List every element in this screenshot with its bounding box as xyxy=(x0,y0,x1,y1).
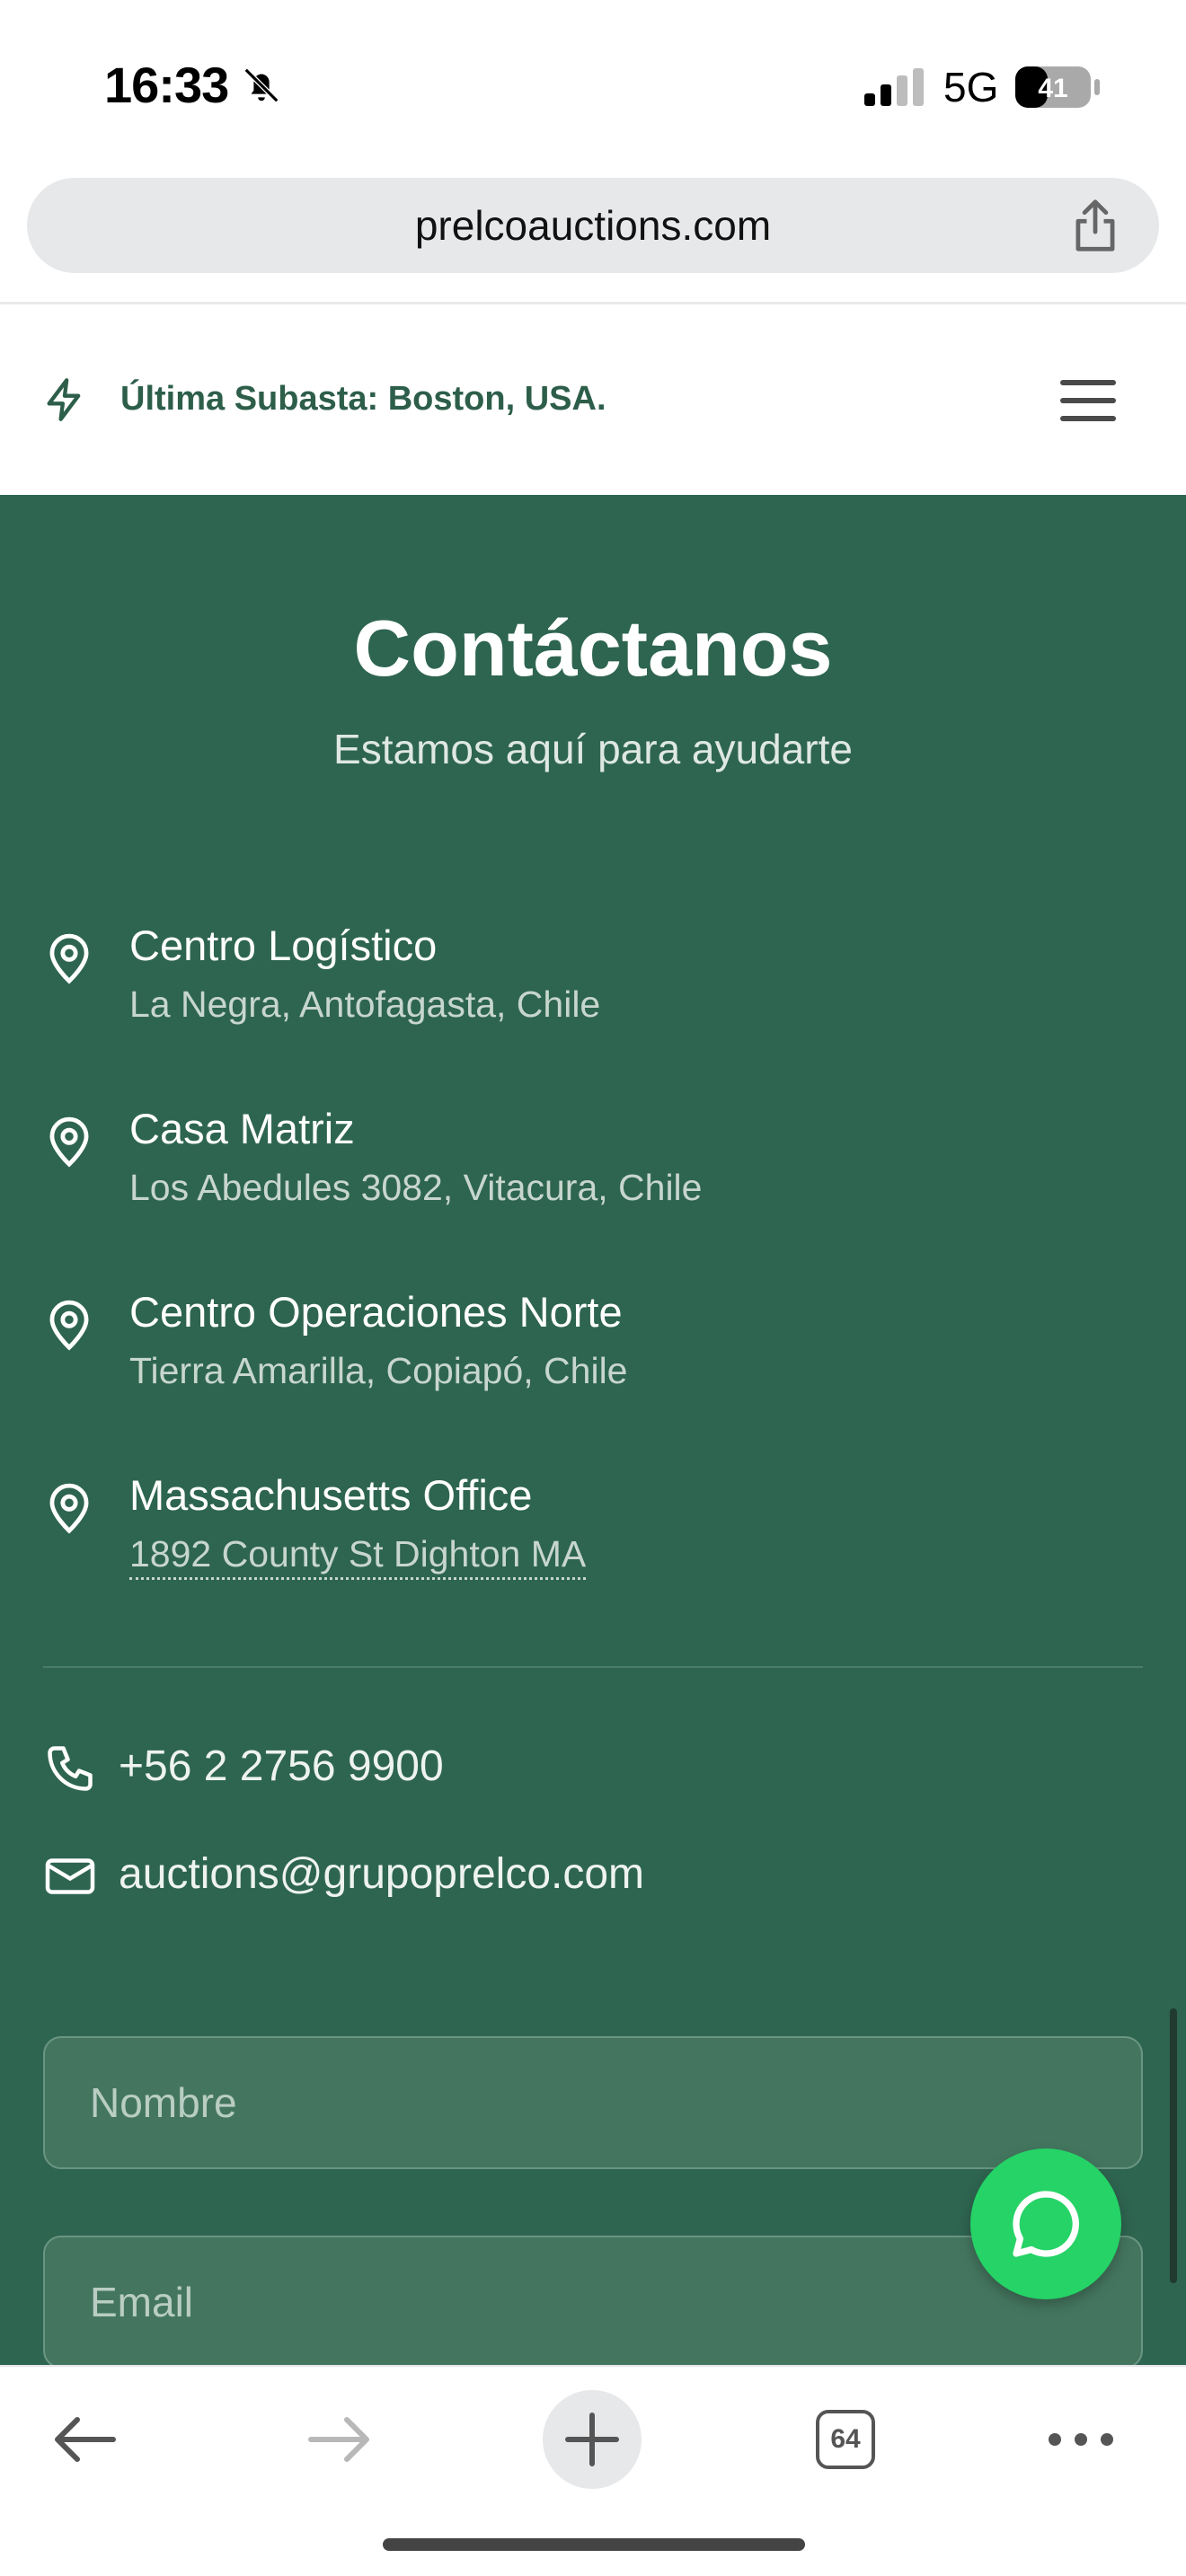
plus-icon xyxy=(565,2413,619,2466)
signal-icon xyxy=(864,68,924,106)
status-time: 16:33 xyxy=(104,57,229,113)
announcement-bar: Última Subasta: Boston, USA. xyxy=(0,304,1186,495)
map-pin-icon xyxy=(49,1300,89,1351)
phone-number[interactable]: +56 2 2756 9900 xyxy=(119,1742,444,1791)
location-item: Centro Logístico La Negra, Antofagasta, … xyxy=(43,921,1121,1028)
mail-icon xyxy=(45,1858,95,1894)
location-item: Centro Operaciones Norte Tierra Amarilla… xyxy=(43,1287,1121,1395)
new-tab-button[interactable] xyxy=(543,2390,642,2489)
section-title: Contáctanos xyxy=(353,604,833,693)
location-name: Casa Matriz xyxy=(129,1105,355,1152)
location-address-link[interactable]: 1892 County St Dighton MA xyxy=(129,1533,587,1580)
address-bar[interactable]: prelcoauctions.com xyxy=(27,178,1159,273)
url-text[interactable]: prelcoauctions.com xyxy=(27,201,1159,250)
whatsapp-chat-button[interactable] xyxy=(970,2148,1121,2299)
home-indicator xyxy=(383,2538,805,2551)
location-item: Casa Matriz Los Abedules 3082, Vitacura,… xyxy=(43,1104,1121,1212)
network-type: 5G xyxy=(943,64,999,110)
battery-level: 41 xyxy=(1038,74,1067,103)
map-pin-icon xyxy=(49,1116,89,1168)
section-subtitle: Estamos aquí para ayudarte xyxy=(333,726,853,772)
contact-divider xyxy=(43,1666,1143,1668)
location-item: Massachusetts Office 1892 County St Digh… xyxy=(43,1470,1121,1580)
name-input[interactable] xyxy=(45,2038,1141,2167)
contact-section: Contáctanos Estamos aquí para ayudarte C… xyxy=(0,495,1186,2369)
location-address: Tierra Amarilla, Copiapó, Chile xyxy=(129,1350,628,1391)
scrollbar-thumb[interactable] xyxy=(1170,2008,1177,2283)
forward-arrow-icon[interactable] xyxy=(289,2390,388,2489)
email-address[interactable]: auctions@grupoprelco.com xyxy=(119,1849,644,1899)
announcement-text[interactable]: Última Subasta: Boston, USA. xyxy=(120,380,606,419)
hamburger-menu-icon[interactable] xyxy=(1060,378,1116,423)
email-input[interactable] xyxy=(45,2237,1141,2367)
location-address: Los Abedules 3082, Vitacura, Chile xyxy=(129,1167,703,1208)
location-name: Centro Logístico xyxy=(129,922,438,969)
status-bar: 16:33 5G 41 xyxy=(0,0,1186,171)
map-pin-icon xyxy=(49,933,89,984)
battery-icon: 41 xyxy=(1015,66,1100,108)
map-pin-icon xyxy=(49,1483,89,1534)
location-address: La Negra, Antofagasta, Chile xyxy=(129,984,601,1025)
more-options-icon[interactable] xyxy=(1031,2390,1130,2489)
location-name: Centro Operaciones Norte xyxy=(129,1288,623,1336)
name-field[interactable] xyxy=(43,2036,1143,2169)
bell-muted-icon xyxy=(243,67,279,103)
tabs-button[interactable]: 64 xyxy=(796,2390,895,2489)
location-name: Massachusetts Office xyxy=(129,1471,533,1519)
tabs-count: 64 xyxy=(816,2410,875,2469)
lightning-icon xyxy=(47,378,81,421)
chat-bubble-icon xyxy=(1013,2191,1079,2257)
share-icon[interactable] xyxy=(1069,198,1121,253)
phone-icon xyxy=(48,1746,93,1791)
back-arrow-icon[interactable] xyxy=(36,2390,135,2489)
